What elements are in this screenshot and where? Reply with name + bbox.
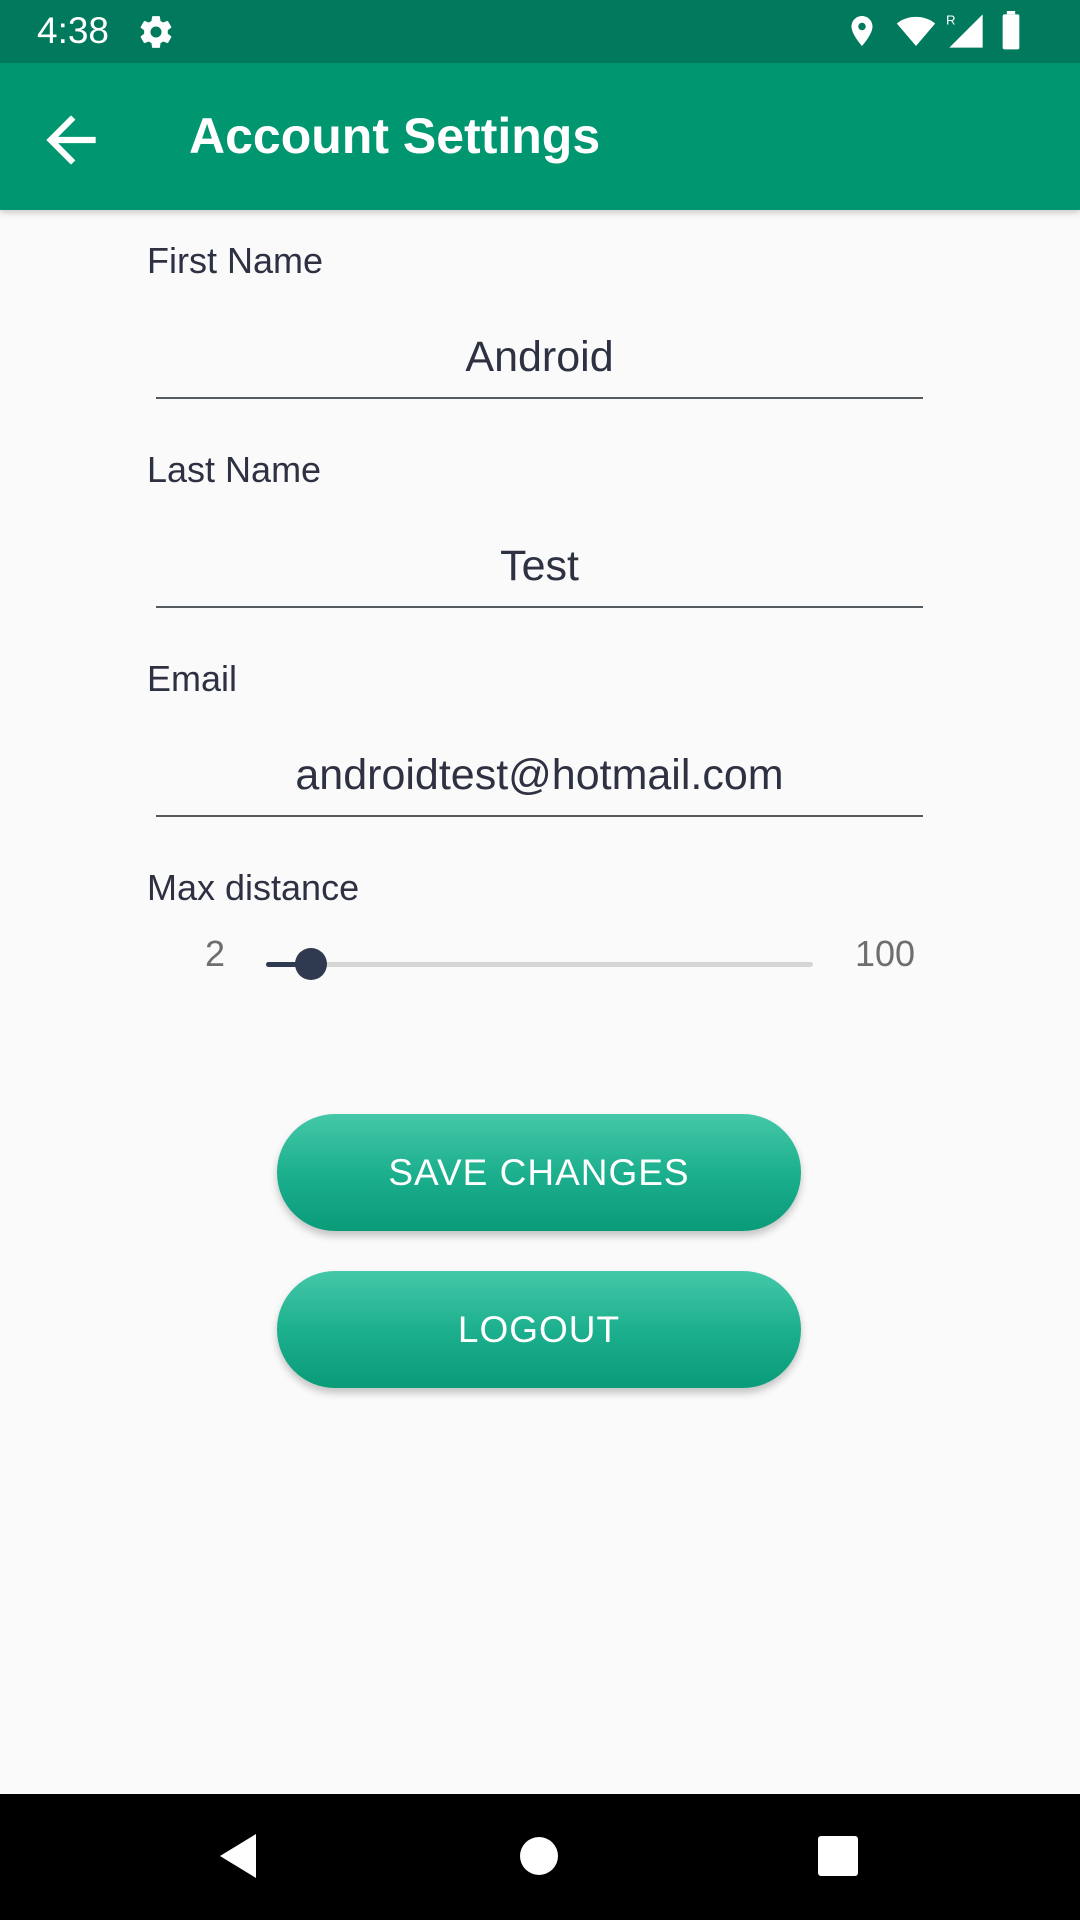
- battery-icon: [1002, 11, 1020, 50]
- wifi-icon: [896, 16, 936, 46]
- system-nav-bar: [0, 1794, 1080, 1920]
- slider-min-value: 2: [204, 933, 226, 974]
- first-name-field[interactable]: [156, 317, 923, 399]
- email-label: Email: [147, 658, 238, 699]
- slider-thumb[interactable]: [294, 948, 327, 980]
- logout-button[interactable]: LOGOUT: [277, 1271, 801, 1388]
- signal-icon: R: [946, 12, 983, 48]
- first-name-label: First Name: [147, 240, 324, 281]
- last-name-label: Last Name: [147, 449, 322, 490]
- location-icon: [851, 16, 873, 46]
- email-field[interactable]: [156, 735, 923, 817]
- save-changes-button[interactable]: SAVE CHANGES: [277, 1114, 801, 1231]
- back-triangle-icon[interactable]: [218, 1832, 258, 1880]
- recents-square-icon[interactable]: [818, 1836, 858, 1876]
- signal-badge: R: [946, 12, 956, 27]
- max-distance-label: Max distance: [147, 867, 360, 908]
- home-circle-icon[interactable]: [519, 1836, 559, 1876]
- status-time: 4:38: [37, 10, 110, 51]
- gear-icon: [140, 16, 172, 48]
- status-icons: R: [844, 11, 1044, 51]
- slider-max-value: 100: [854, 933, 916, 974]
- page-title: Account Settings: [189, 108, 601, 164]
- last-name-field[interactable]: [156, 526, 923, 608]
- status-bar: 4:38 R: [0, 0, 1080, 63]
- app-bar: Account Settings: [0, 63, 1080, 210]
- max-distance-slider[interactable]: [266, 948, 813, 980]
- arrow-back-icon[interactable]: [34, 103, 108, 177]
